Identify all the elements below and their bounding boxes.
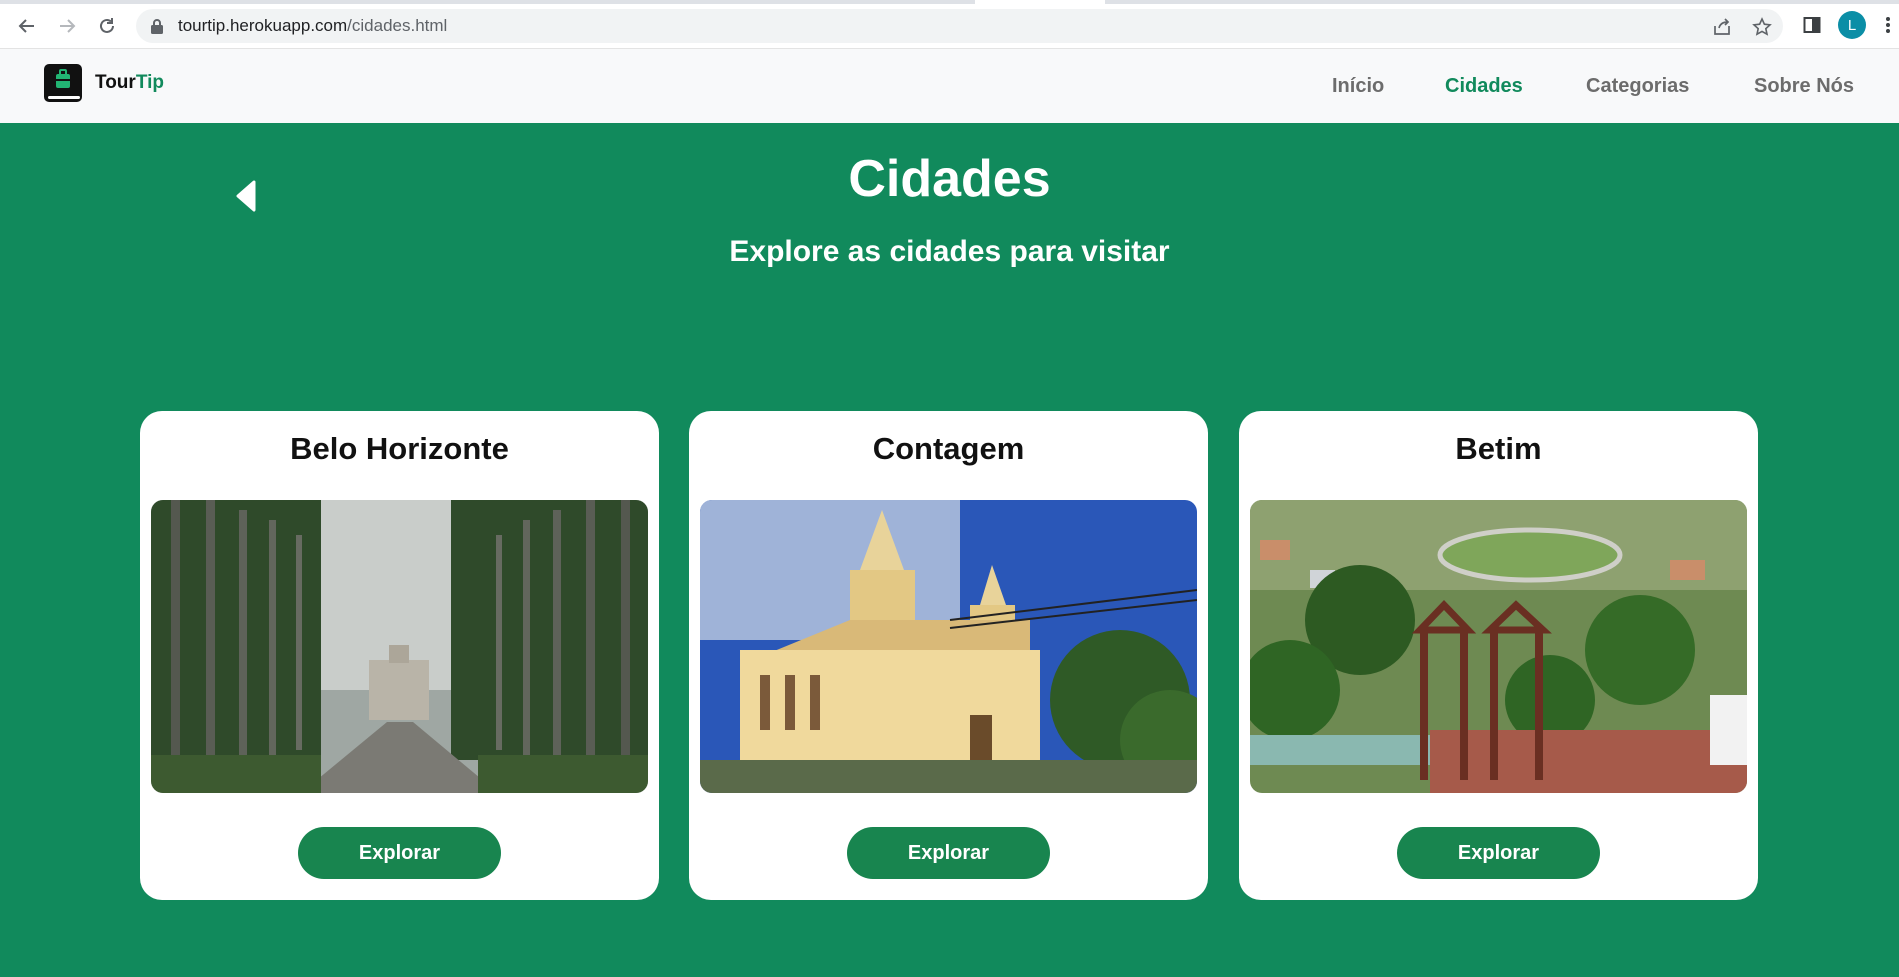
suitcase-logo-icon — [44, 64, 82, 102]
city-photo-betim — [1250, 500, 1747, 793]
city-card-title: Contagem — [872, 431, 1025, 466]
share-icon[interactable] — [1711, 16, 1733, 38]
city-card-belo-horizonte: Belo Horizonte Explorar — [140, 411, 659, 900]
site-navbar: TourTip Início Cidades Categorias Sobre … — [0, 49, 1899, 123]
brand[interactable]: TourTip — [44, 64, 164, 102]
tab-strip — [0, 0, 1899, 4]
nav-link-inicio[interactable]: Início — [1332, 75, 1384, 98]
nav-link-sobre-nos[interactable]: Sobre Nós — [1754, 75, 1854, 98]
city-photo-belo-horizonte — [151, 500, 648, 793]
nav-link-categorias[interactable]: Categorias — [1586, 75, 1689, 98]
browser-toolbar: tourtip.herokuapp.com/cidades.html L — [0, 0, 1899, 49]
explore-button-contagem[interactable]: Explorar — [847, 827, 1050, 879]
page-title: Cidades — [848, 150, 1051, 208]
url-text: tourtip.herokuapp.com/cidades.html — [178, 16, 448, 35]
city-card-title: Betim — [1455, 431, 1542, 466]
cities-section: Cidades Explore as cidades para visitar … — [0, 123, 1899, 977]
reload-icon[interactable] — [90, 10, 124, 42]
explore-button-betim[interactable]: Explorar — [1397, 827, 1600, 879]
profile-avatar[interactable]: L — [1838, 11, 1866, 39]
more-menu-icon[interactable] — [1878, 10, 1898, 40]
explore-button-belo-horizonte[interactable]: Explorar — [298, 827, 501, 879]
city-card-contagem: Contagem Explorar — [689, 411, 1208, 900]
brand-name: TourTip — [95, 72, 164, 93]
city-card-betim: Betim Explorar — [1239, 411, 1758, 900]
city-photo-contagem — [700, 500, 1197, 793]
side-panel-icon[interactable] — [1797, 10, 1827, 40]
bookmark-star-icon[interactable] — [1751, 16, 1773, 38]
back-arrow-icon[interactable] — [10, 10, 44, 42]
forward-arrow-icon[interactable] — [50, 10, 84, 42]
city-card-title: Belo Horizonte — [290, 431, 509, 466]
page-subtitle: Explore as cidades para visitar — [729, 235, 1170, 268]
lock-icon[interactable] — [150, 18, 164, 34]
nav-link-cidades[interactable]: Cidades — [1445, 75, 1523, 98]
address-bar[interactable]: tourtip.herokuapp.com/cidades.html — [136, 9, 1783, 43]
